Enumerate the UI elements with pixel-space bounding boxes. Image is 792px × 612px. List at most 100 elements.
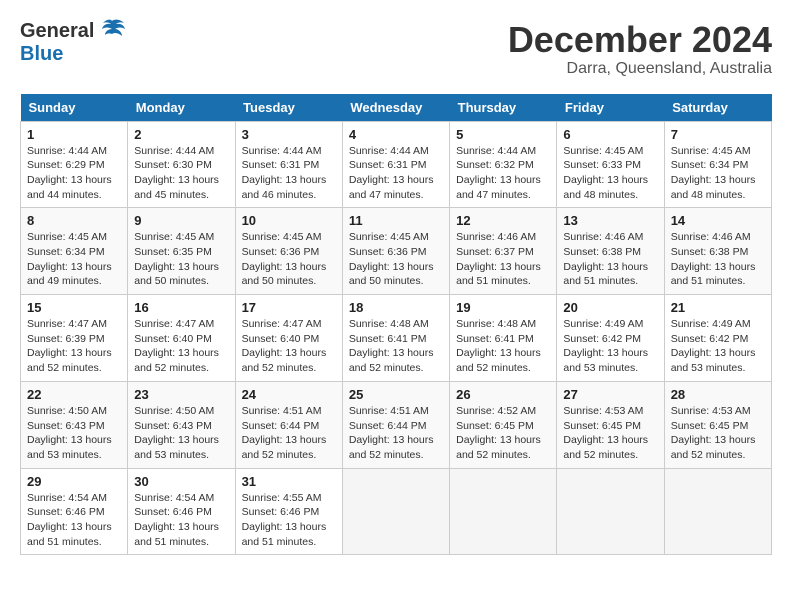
day-number: 20	[563, 300, 657, 315]
day-info: Sunrise: 4:51 AM Sunset: 6:44 PM Dayligh…	[349, 404, 443, 463]
page-header: General Blue December 2024 Darra, Queens…	[20, 20, 772, 78]
table-row: 27 Sunrise: 4:53 AM Sunset: 6:45 PM Dayli…	[557, 381, 664, 468]
day-info: Sunrise: 4:44 AM Sunset: 6:32 PM Dayligh…	[456, 144, 550, 203]
table-row: 6Sunrise: 4:45 AM Sunset: 6:33 PM Daylig…	[557, 121, 664, 208]
day-number: 11	[349, 213, 443, 228]
day-info: Sunrise: 4:47 AM Sunset: 6:39 PM Dayligh…	[27, 317, 121, 376]
calendar-week-row: 1 Sunrise: 4:44 AM Sunset: 6:29 PM Daylig…	[21, 121, 772, 208]
table-row: 14Sunrise: 4:46 AM Sunset: 6:38 PM Dayli…	[664, 208, 771, 295]
col-thursday: Thursday	[450, 94, 557, 122]
table-row: 7Sunrise: 4:45 AM Sunset: 6:34 PM Daylig…	[664, 121, 771, 208]
table-row: 3Sunrise: 4:44 AM Sunset: 6:31 PM Daylig…	[235, 121, 342, 208]
table-row: 16 Sunrise: 4:47 AM Sunset: 6:40 PM Dayli…	[128, 295, 235, 382]
table-row	[342, 468, 449, 555]
table-row: 11 Sunrise: 4:45 AM Sunset: 6:36 PM Dayli…	[342, 208, 449, 295]
table-row: 30 Sunrise: 4:54 AM Sunset: 6:46 PM Dayli…	[128, 468, 235, 555]
table-row: 19 Sunrise: 4:48 AM Sunset: 6:41 PM Dayli…	[450, 295, 557, 382]
day-info: Sunrise: 4:46 AM Sunset: 6:38 PM Dayligh…	[563, 230, 657, 289]
day-number: 24	[242, 387, 336, 402]
day-number: 27	[563, 387, 657, 402]
day-number: 12	[456, 213, 550, 228]
table-row: 15 Sunrise: 4:47 AM Sunset: 6:39 PM Dayli…	[21, 295, 128, 382]
day-info: Sunrise: 4:53 AM Sunset: 6:45 PM Dayligh…	[671, 404, 765, 463]
table-row: 12 Sunrise: 4:46 AM Sunset: 6:37 PM Dayli…	[450, 208, 557, 295]
day-number: 13	[563, 213, 657, 228]
col-saturday: Saturday	[664, 94, 771, 122]
logo-general: General	[20, 20, 94, 43]
table-row: 22 Sunrise: 4:50 AM Sunset: 6:43 PM Dayli…	[21, 381, 128, 468]
col-wednesday: Wednesday	[342, 94, 449, 122]
calendar-week-row: 29Sunrise: 4:54 AM Sunset: 6:46 PM Dayli…	[21, 468, 772, 555]
table-row: 5Sunrise: 4:44 AM Sunset: 6:32 PM Daylig…	[450, 121, 557, 208]
calendar-table: Sunday Monday Tuesday Wednesday Thursday…	[20, 94, 772, 556]
day-number: 8	[27, 213, 121, 228]
calendar-header-row: Sunday Monday Tuesday Wednesday Thursday…	[21, 94, 772, 122]
day-info: Sunrise: 4:50 AM Sunset: 6:43 PM Dayligh…	[134, 404, 228, 463]
day-number: 19	[456, 300, 550, 315]
day-info: Sunrise: 4:45 AM Sunset: 6:36 PM Dayligh…	[242, 230, 336, 289]
logo-bird-icon	[98, 19, 126, 39]
day-info: Sunrise: 4:49 AM Sunset: 6:42 PM Dayligh…	[671, 317, 765, 376]
day-number: 16	[134, 300, 228, 315]
day-info: Sunrise: 4:55 AM Sunset: 6:46 PM Dayligh…	[242, 491, 336, 550]
logo: General Blue	[20, 20, 126, 66]
calendar-week-row: 22 Sunrise: 4:50 AM Sunset: 6:43 PM Dayli…	[21, 381, 772, 468]
table-row: 28 Sunrise: 4:53 AM Sunset: 6:45 PM Dayli…	[664, 381, 771, 468]
day-number: 28	[671, 387, 765, 402]
table-row: 8 Sunrise: 4:45 AM Sunset: 6:34 PM Daylig…	[21, 208, 128, 295]
table-row: 1 Sunrise: 4:44 AM Sunset: 6:29 PM Daylig…	[21, 121, 128, 208]
day-number: 18	[349, 300, 443, 315]
day-number: 1	[27, 127, 121, 142]
day-number: 30	[134, 474, 228, 489]
day-info: Sunrise: 4:51 AM Sunset: 6:44 PM Dayligh…	[242, 404, 336, 463]
title-block: December 2024 Darra, Queensland, Austral…	[508, 20, 772, 78]
table-row: 9 Sunrise: 4:45 AM Sunset: 6:35 PM Daylig…	[128, 208, 235, 295]
location: Darra, Queensland, Australia	[508, 60, 772, 78]
day-number: 25	[349, 387, 443, 402]
day-info: Sunrise: 4:44 AM Sunset: 6:30 PM Dayligh…	[134, 144, 228, 203]
day-info: Sunrise: 4:46 AM Sunset: 6:38 PM Dayligh…	[671, 230, 765, 289]
table-row: 26Sunrise: 4:52 AM Sunset: 6:45 PM Dayli…	[450, 381, 557, 468]
day-info: Sunrise: 4:54 AM Sunset: 6:46 PM Dayligh…	[134, 491, 228, 550]
day-number: 6	[563, 127, 657, 142]
day-number: 22	[27, 387, 121, 402]
day-info: Sunrise: 4:52 AM Sunset: 6:45 PM Dayligh…	[456, 404, 550, 463]
table-row: 4Sunrise: 4:44 AM Sunset: 6:31 PM Daylig…	[342, 121, 449, 208]
table-row: 29Sunrise: 4:54 AM Sunset: 6:46 PM Dayli…	[21, 468, 128, 555]
day-info: Sunrise: 4:46 AM Sunset: 6:37 PM Dayligh…	[456, 230, 550, 289]
day-info: Sunrise: 4:45 AM Sunset: 6:34 PM Dayligh…	[671, 144, 765, 203]
day-number: 21	[671, 300, 765, 315]
calendar-week-row: 15 Sunrise: 4:47 AM Sunset: 6:39 PM Dayli…	[21, 295, 772, 382]
table-row: 23 Sunrise: 4:50 AM Sunset: 6:43 PM Dayli…	[128, 381, 235, 468]
day-number: 15	[27, 300, 121, 315]
day-number: 9	[134, 213, 228, 228]
day-number: 31	[242, 474, 336, 489]
day-info: Sunrise: 4:48 AM Sunset: 6:41 PM Dayligh…	[456, 317, 550, 376]
day-number: 3	[242, 127, 336, 142]
day-info: Sunrise: 4:53 AM Sunset: 6:45 PM Dayligh…	[563, 404, 657, 463]
day-number: 4	[349, 127, 443, 142]
month-title: December 2024	[508, 20, 772, 60]
day-number: 23	[134, 387, 228, 402]
table-row: 24 Sunrise: 4:51 AM Sunset: 6:44 PM Dayli…	[235, 381, 342, 468]
col-monday: Monday	[128, 94, 235, 122]
day-info: Sunrise: 4:54 AM Sunset: 6:46 PM Dayligh…	[27, 491, 121, 550]
table-row: 17Sunrise: 4:47 AM Sunset: 6:40 PM Dayli…	[235, 295, 342, 382]
day-info: Sunrise: 4:47 AM Sunset: 6:40 PM Dayligh…	[134, 317, 228, 376]
logo-blue: Blue	[20, 43, 63, 66]
day-number: 2	[134, 127, 228, 142]
table-row: 10Sunrise: 4:45 AM Sunset: 6:36 PM Dayli…	[235, 208, 342, 295]
table-row: 25 Sunrise: 4:51 AM Sunset: 6:44 PM Dayli…	[342, 381, 449, 468]
day-number: 17	[242, 300, 336, 315]
day-info: Sunrise: 4:45 AM Sunset: 6:36 PM Dayligh…	[349, 230, 443, 289]
day-info: Sunrise: 4:44 AM Sunset: 6:29 PM Dayligh…	[27, 144, 121, 203]
col-sunday: Sunday	[21, 94, 128, 122]
day-info: Sunrise: 4:45 AM Sunset: 6:35 PM Dayligh…	[134, 230, 228, 289]
day-info: Sunrise: 4:50 AM Sunset: 6:43 PM Dayligh…	[27, 404, 121, 463]
table-row: 21 Sunrise: 4:49 AM Sunset: 6:42 PM Dayli…	[664, 295, 771, 382]
day-info: Sunrise: 4:45 AM Sunset: 6:34 PM Dayligh…	[27, 230, 121, 289]
col-tuesday: Tuesday	[235, 94, 342, 122]
day-info: Sunrise: 4:49 AM Sunset: 6:42 PM Dayligh…	[563, 317, 657, 376]
table-row	[664, 468, 771, 555]
table-row: 20 Sunrise: 4:49 AM Sunset: 6:42 PM Dayli…	[557, 295, 664, 382]
